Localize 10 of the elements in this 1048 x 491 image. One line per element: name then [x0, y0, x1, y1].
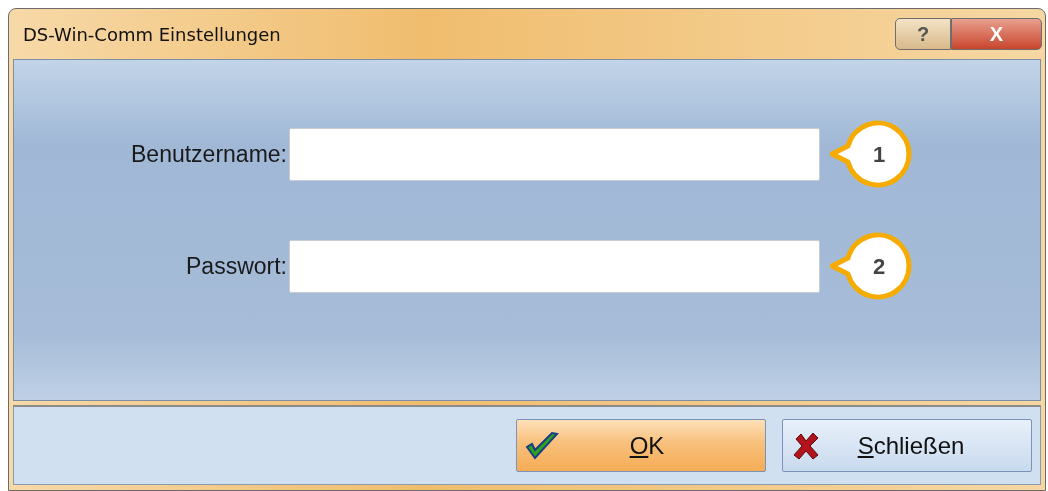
check-icon — [525, 430, 559, 461]
input-field[interactable] — [289, 239, 820, 293]
window-title: DS-Win-Comm Einstellungen — [23, 22, 281, 47]
help-button[interactable]: ? — [895, 18, 951, 50]
field-label: Passwort: — [185, 251, 288, 281]
close-icon — [791, 430, 821, 461]
input-field[interactable] — [289, 127, 820, 181]
ok-button[interactable]: OK — [516, 419, 766, 472]
close-button[interactable]: Schließen — [782, 419, 1032, 472]
field-label: Benutzername: — [130, 139, 288, 169]
